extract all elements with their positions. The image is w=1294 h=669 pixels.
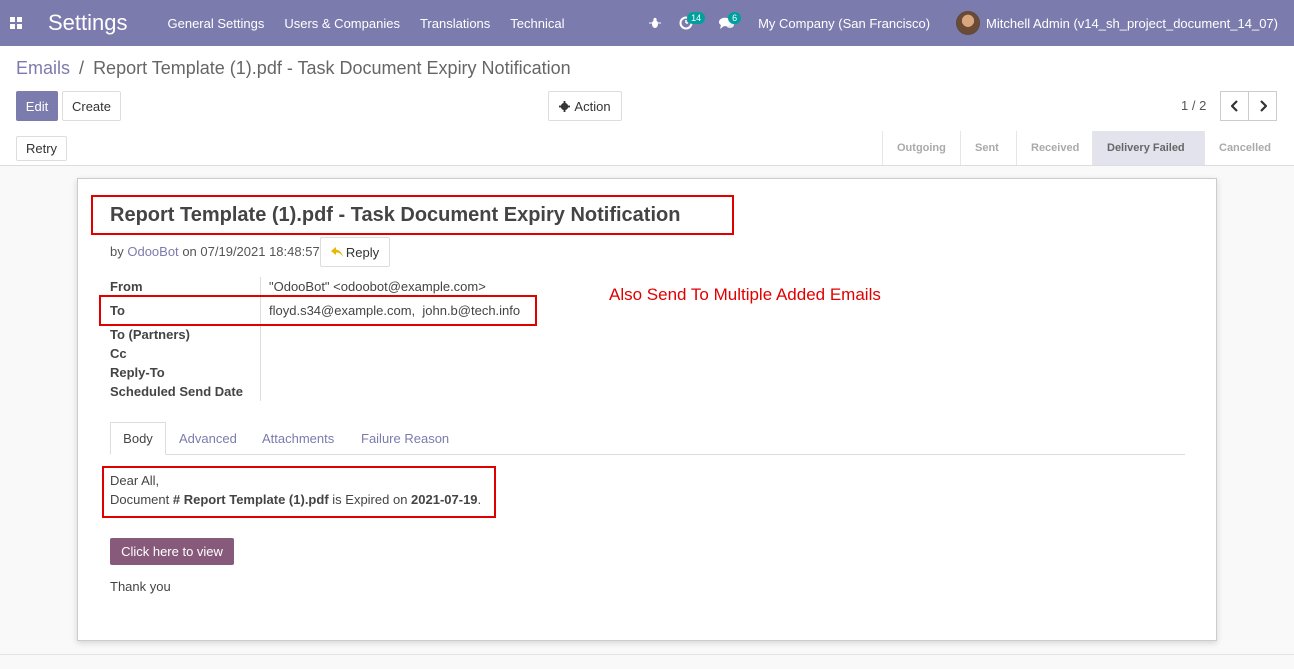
to-partners-label: To (Partners) bbox=[110, 327, 190, 342]
body-mid: is Expired on bbox=[328, 492, 412, 507]
tab-attachments[interactable]: Attachments bbox=[262, 431, 334, 446]
email-date: 07/19/2021 18:48:57 bbox=[200, 244, 320, 259]
status-outgoing[interactable]: Outgoing bbox=[882, 131, 960, 165]
reply-button[interactable]: Reply bbox=[320, 237, 390, 267]
create-button[interactable]: Create bbox=[62, 91, 121, 121]
edit-button[interactable]: Edit bbox=[16, 91, 58, 121]
breadcrumb-separator: / bbox=[79, 58, 85, 78]
grid-icon[interactable] bbox=[0, 0, 32, 46]
breadcrumb-current: Report Template (1).pdf - Task Document … bbox=[93, 58, 571, 78]
reply-label: Reply bbox=[345, 244, 380, 260]
menu-technical[interactable]: Technical bbox=[510, 16, 564, 31]
gear-icon bbox=[559, 100, 571, 112]
from-label: From bbox=[110, 279, 143, 294]
bug-icon[interactable] bbox=[649, 0, 662, 46]
messages-count-badge: 6 bbox=[728, 12, 742, 24]
click-here-to-view-button[interactable]: Click here to view bbox=[110, 538, 234, 565]
action-label: Action bbox=[574, 98, 611, 114]
email-sheet: Report Template (1).pdf - Task Document … bbox=[77, 178, 1217, 641]
scheduled-send-date-label: Scheduled Send Date bbox=[110, 384, 243, 399]
to-value: floyd.s34@example.com, john.b@tech.info bbox=[269, 303, 521, 318]
body-greeting: Dear All, bbox=[110, 473, 160, 488]
reply-to-label: Reply-To bbox=[110, 365, 165, 380]
author-link[interactable]: OdooBot bbox=[127, 244, 178, 259]
tabs-divider bbox=[110, 454, 1185, 455]
annotation-text: Also Send To Multiple Added Emails bbox=[609, 285, 881, 304]
activity-clock-icon[interactable]: 14 bbox=[679, 0, 706, 46]
retry-button[interactable]: Retry bbox=[16, 136, 67, 161]
top-navbar: Settings General Settings Users & Compan… bbox=[0, 0, 1294, 46]
app-title[interactable]: Settings bbox=[48, 10, 128, 36]
status-cancelled[interactable]: Cancelled bbox=[1204, 131, 1294, 165]
body-line-prefix: Document bbox=[110, 492, 173, 507]
menu-translations[interactable]: Translations bbox=[420, 16, 490, 31]
by-prefix: by bbox=[110, 244, 124, 259]
email-meta: by OdooBot on 07/19/2021 18:48:57 bbox=[110, 244, 320, 259]
pager-value[interactable]: 1 / 2 bbox=[1181, 98, 1206, 113]
pager-next-button[interactable] bbox=[1248, 91, 1277, 121]
body-closing: Thank you bbox=[110, 579, 171, 594]
body-document-line: Document # Report Template (1).pdf is Ex… bbox=[110, 492, 481, 507]
chevron-right-icon bbox=[1259, 100, 1267, 112]
status-delivery-failed[interactable]: Delivery Failed bbox=[1092, 131, 1204, 165]
chevron-left-icon bbox=[1230, 100, 1238, 112]
activity-count-badge: 14 bbox=[687, 12, 706, 24]
action-button[interactable]: Action bbox=[548, 91, 622, 121]
statusbar: Retry Outgoing Sent Received Delivery Fa… bbox=[0, 131, 1294, 166]
body-suffix: . bbox=[477, 492, 482, 507]
menu-general-settings[interactable]: General Settings bbox=[168, 16, 265, 31]
breadcrumb-emails-link[interactable]: Emails bbox=[16, 58, 70, 78]
status-sent[interactable]: Sent bbox=[960, 131, 1016, 165]
tab-body[interactable]: Body bbox=[110, 422, 166, 455]
company-switcher[interactable]: My Company (San Francisco) bbox=[758, 16, 930, 31]
breadcrumb: Emails / Report Template (1).pdf - Task … bbox=[16, 58, 571, 79]
body-expiry-date: 2021-07-19 bbox=[411, 492, 478, 507]
body-doc-name: # Report Template (1).pdf bbox=[172, 492, 329, 507]
reply-icon bbox=[330, 247, 343, 257]
to-label: To bbox=[110, 303, 125, 318]
status-received[interactable]: Received bbox=[1016, 131, 1092, 165]
status-steps: Outgoing Sent Received Delivery Failed C… bbox=[882, 131, 1294, 165]
footer-divider bbox=[0, 654, 1294, 655]
on-prefix: on bbox=[182, 244, 197, 259]
email-subject: Report Template (1).pdf - Task Document … bbox=[110, 204, 681, 226]
tab-advanced[interactable]: Advanced bbox=[179, 431, 237, 446]
avatar[interactable] bbox=[956, 11, 981, 35]
menu-users-companies[interactable]: Users & Companies bbox=[284, 16, 400, 31]
from-value: "OdooBot" <odoobot@example.com> bbox=[269, 279, 486, 294]
pager-previous-button[interactable] bbox=[1220, 91, 1249, 121]
user-menu[interactable]: Mitchell Admin (v14_sh_project_document_… bbox=[986, 16, 1278, 31]
chat-icon[interactable]: 6 bbox=[719, 0, 742, 46]
cc-label: Cc bbox=[110, 346, 127, 361]
tab-failure-reason[interactable]: Failure Reason bbox=[361, 431, 449, 446]
